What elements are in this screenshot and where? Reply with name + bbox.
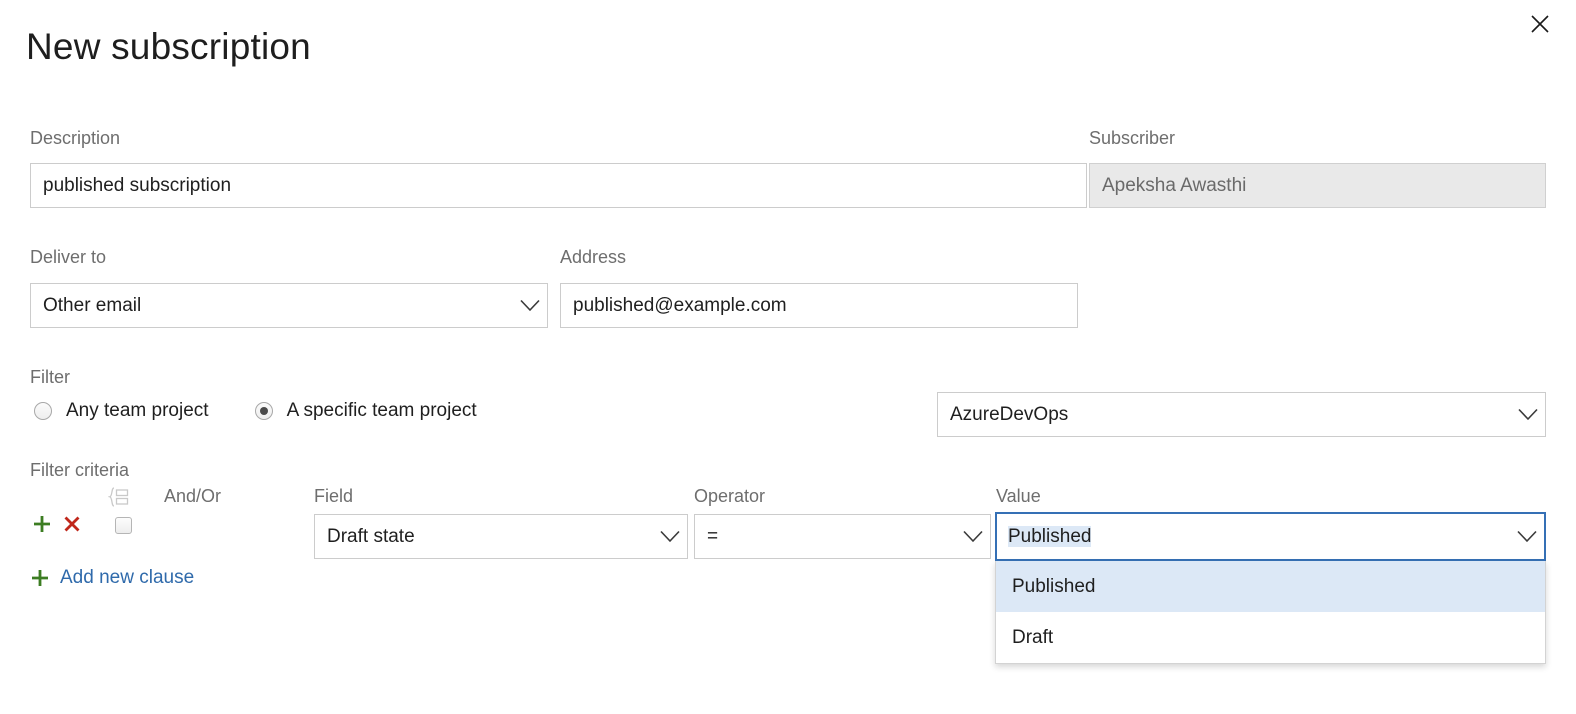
deliver-to-select[interactable]: Other email	[30, 283, 548, 328]
radio-indicator	[34, 402, 52, 420]
team-project-value: AzureDevOps	[938, 404, 1511, 426]
operator-value: =	[695, 526, 956, 548]
value-dropdown-list[interactable]: Published Draft	[995, 561, 1546, 664]
description-input[interactable]	[30, 163, 1087, 208]
page-title: New subscription	[26, 28, 311, 65]
plus-icon	[30, 568, 50, 588]
field-select[interactable]: Draft state	[314, 514, 688, 559]
chevron-down-icon	[653, 530, 687, 543]
grouping-icon	[108, 487, 130, 512]
address-label: Address	[560, 248, 626, 266]
group-clause-checkbox[interactable]	[114, 516, 132, 534]
operator-select[interactable]: =	[694, 514, 991, 559]
close-icon	[1529, 13, 1551, 35]
address-input[interactable]	[560, 283, 1078, 328]
chevron-down-icon	[956, 530, 990, 543]
subscriber-input	[1089, 163, 1546, 208]
add-new-clause-label: Add new clause	[60, 567, 194, 589]
value-option-published[interactable]: Published	[996, 561, 1545, 612]
value-option-draft[interactable]: Draft	[996, 612, 1545, 663]
value-selected-text: Published	[1008, 526, 1091, 547]
filter-radio-group: Any team project A specific team project	[34, 400, 477, 422]
column-header-operator: Operator	[694, 487, 765, 505]
column-header-value: Value	[996, 487, 1041, 505]
subscriber-label: Subscriber	[1089, 129, 1175, 147]
radio-indicator-selected	[255, 402, 273, 420]
plus-icon	[32, 514, 52, 537]
add-new-clause-link[interactable]: Add new clause	[30, 567, 194, 589]
description-label: Description	[30, 129, 120, 147]
deliver-to-value: Other email	[31, 295, 513, 317]
radio-any-team-project-label: Any team project	[66, 400, 209, 422]
radio-specific-team-project-label: A specific team project	[287, 400, 477, 422]
checkbox-indicator	[115, 517, 132, 534]
close-dialog-button[interactable]	[1520, 4, 1560, 44]
field-value: Draft state	[315, 526, 653, 548]
column-header-field: Field	[314, 487, 353, 505]
filter-label: Filter	[30, 368, 70, 386]
radio-specific-team-project[interactable]: A specific team project	[255, 400, 477, 422]
chevron-down-icon	[1510, 530, 1544, 543]
chevron-down-icon	[1511, 408, 1545, 421]
value-select[interactable]: Published	[995, 512, 1546, 561]
radio-any-team-project[interactable]: Any team project	[34, 400, 209, 422]
add-clause-row-button[interactable]	[30, 512, 54, 538]
delete-clause-row-button[interactable]	[60, 512, 84, 538]
team-project-select[interactable]: AzureDevOps	[937, 392, 1546, 437]
filter-criteria-label: Filter criteria	[30, 461, 129, 479]
deliver-to-label: Deliver to	[30, 248, 106, 266]
column-header-andor: And/Or	[164, 487, 221, 505]
chevron-down-icon	[513, 299, 547, 312]
delete-x-icon	[63, 515, 81, 536]
